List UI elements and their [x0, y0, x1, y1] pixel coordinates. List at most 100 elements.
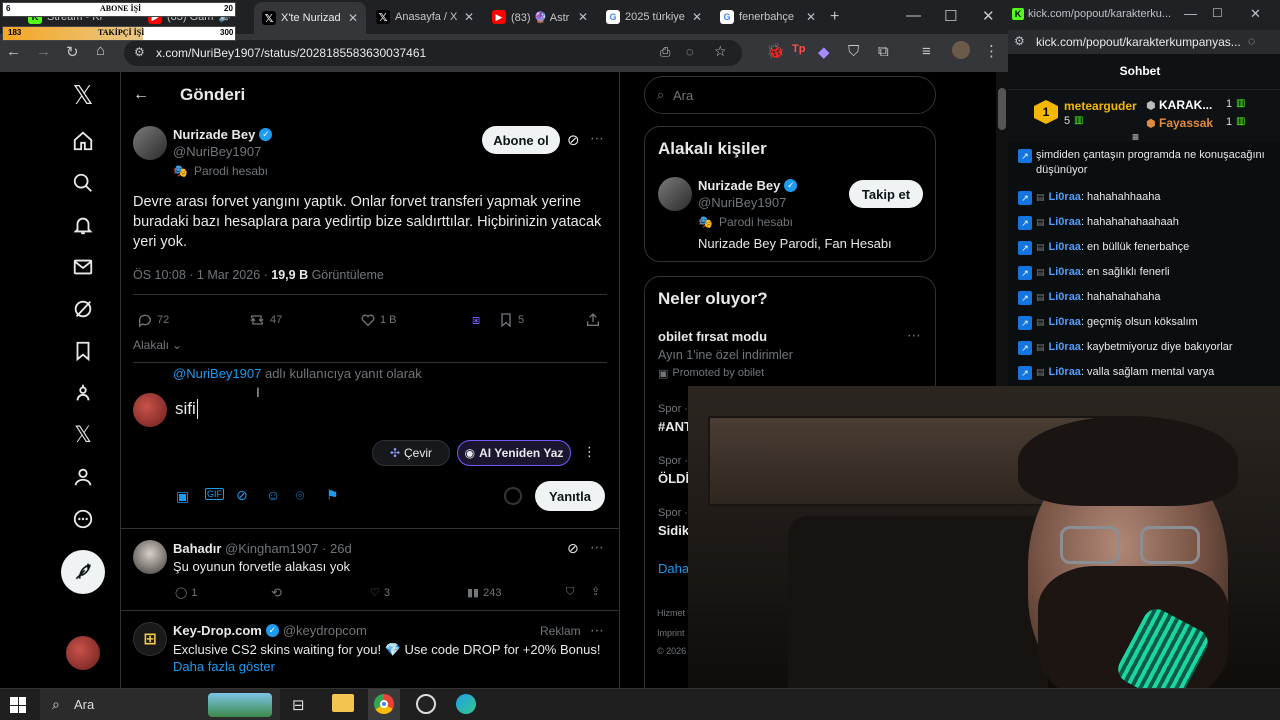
- bookmark-action[interactable]: ⛉: [566, 586, 574, 599]
- compose-post-button[interactable]: [61, 550, 105, 594]
- reply-button[interactable]: Yanıtla: [535, 481, 605, 511]
- site-info-icon[interactable]: ⚙: [1014, 34, 1025, 48]
- profile-avatar[interactable]: [952, 41, 970, 59]
- collapse-icon[interactable]: ≡: [1132, 130, 1139, 144]
- extension-icon[interactable]: Tp: [792, 43, 805, 55]
- back-arrow-icon[interactable]: ←: [133, 86, 149, 104]
- ai-rewrite-button[interactable]: ◉ AI Yeniden Yaz: [457, 440, 571, 466]
- star-icon[interactable]: ☆: [714, 43, 727, 60]
- bookmark-action[interactable]: 5: [498, 312, 524, 328]
- communities-icon[interactable]: [70, 380, 96, 406]
- windows-start-icon[interactable]: [10, 697, 26, 713]
- close-window-icon[interactable]: ✕: [1250, 6, 1261, 22]
- chrome-taskbar-item[interactable]: [368, 689, 400, 720]
- tab-google-1[interactable]: G 2025 türkiye ✕: [598, 4, 710, 30]
- file-explorer-icon[interactable]: [332, 694, 354, 712]
- bell-icon[interactable]: [70, 212, 96, 238]
- reply-author-avatar[interactable]: [133, 540, 167, 574]
- reply-input[interactable]: sifi: [175, 399, 198, 419]
- flag-icon[interactable]: ⚑: [326, 487, 339, 504]
- home-icon[interactable]: [70, 128, 96, 154]
- more-options-icon[interactable]: ⋯: [907, 327, 921, 344]
- subscribe-button[interactable]: Abone ol: [482, 126, 560, 154]
- close-tab-icon[interactable]: ✕: [578, 10, 588, 24]
- more-icon[interactable]: [70, 506, 96, 532]
- ad-author-name[interactable]: Key-Drop.com: [173, 623, 262, 638]
- tab-x-home[interactable]: 𝕏 Anasayfa / X ✕: [368, 4, 482, 30]
- reply-author-name[interactable]: Bahadır: [173, 541, 221, 556]
- trend-title[interactable]: ÖLDİ: [658, 471, 689, 486]
- leader-name[interactable]: Fayassak: [1159, 116, 1213, 130]
- grok-icon[interactable]: ⊘: [567, 540, 579, 557]
- edge-icon[interactable]: [456, 694, 476, 714]
- emoji-icon[interactable]: ☺: [266, 487, 280, 503]
- x-premium-icon[interactable]: 𝕏: [70, 422, 96, 448]
- show-more-link[interactable]: Daha fazla göster: [173, 659, 275, 674]
- media-icon[interactable]: ≡: [922, 43, 931, 60]
- minimize-icon[interactable]: —: [906, 7, 921, 24]
- chat-username[interactable]: Li0raa: [1049, 341, 1081, 353]
- repost-action[interactable]: ⟲: [271, 585, 286, 601]
- chat-username[interactable]: Li0raa: [1049, 266, 1081, 278]
- reply-action[interactable]: 72: [137, 312, 169, 328]
- address-bar[interactable]: ⚙ x.com/NuriBey1907/status/2028185583630…: [124, 40, 742, 66]
- follow-button[interactable]: Takip et: [849, 180, 923, 208]
- leader-name[interactable]: metearguder: [1064, 99, 1137, 113]
- post-author-handle[interactable]: @NuriBey1907: [173, 144, 261, 159]
- tab-x-post[interactable]: 𝕏 X'te Nurizad ✕: [254, 2, 366, 34]
- chat-username[interactable]: Li0raa: [1049, 191, 1081, 203]
- trend-title[interactable]: #ANT: [658, 419, 692, 434]
- ad-avatar[interactable]: ⊞: [133, 622, 167, 656]
- close-tab-icon[interactable]: ✕: [806, 10, 816, 24]
- trend-title[interactable]: Sidik: [658, 523, 689, 538]
- reload-icon[interactable]: ↻: [66, 43, 79, 61]
- share-action[interactable]: ⇪: [591, 585, 600, 598]
- search-box[interactable]: ⌕ Ara: [644, 76, 936, 114]
- shield-icon[interactable]: ⛉: [848, 43, 859, 60]
- close-tab-icon[interactable]: ✕: [692, 10, 702, 24]
- profile-icon[interactable]: [70, 464, 96, 490]
- maximize-icon[interactable]: ☐: [944, 7, 957, 25]
- extension-icon[interactable]: 🐞: [766, 42, 785, 60]
- minimize-icon[interactable]: —: [1184, 6, 1197, 21]
- translate-button[interactable]: ✣ Çevir: [372, 440, 450, 466]
- more-options-icon[interactable]: ⋯: [590, 130, 604, 147]
- leader-name[interactable]: KARAK...: [1159, 98, 1212, 112]
- tab-google-2[interactable]: G fenerbahçe ✕: [712, 4, 824, 30]
- grok-icon[interactable]: ⊘: [236, 487, 248, 504]
- more-options-icon[interactable]: ⋮: [583, 444, 596, 460]
- trend-title[interactable]: obilet fırsat modu: [658, 329, 767, 344]
- close-tab-icon[interactable]: ✕: [464, 10, 474, 24]
- reply-action[interactable]: ◯ 1: [175, 586, 197, 600]
- taskbar-search[interactable]: ⌕ Ara: [40, 689, 280, 720]
- maximize-icon[interactable]: ☐: [1212, 6, 1223, 20]
- forward-icon[interactable]: →: [36, 43, 51, 60]
- home-icon[interactable]: ⌂: [96, 42, 105, 59]
- eye-slash-icon[interactable]: ◌: [686, 44, 694, 59]
- post-author-avatar[interactable]: [133, 126, 167, 160]
- site-info-icon[interactable]: ⚙: [134, 45, 145, 59]
- like-action[interactable]: 1 B: [360, 312, 397, 328]
- person-avatar[interactable]: [658, 177, 692, 211]
- show-more-link[interactable]: Daha: [658, 561, 689, 576]
- account-avatar[interactable]: [66, 636, 100, 670]
- install-icon[interactable]: ⎙: [660, 44, 670, 60]
- chat-username[interactable]: Li0raa: [1049, 366, 1081, 378]
- gif-icon[interactable]: GIF: [205, 488, 224, 500]
- footer-link[interactable]: Hizmet: [657, 608, 685, 618]
- footer-link[interactable]: Imprint: [657, 628, 685, 638]
- grok-icon[interactable]: [70, 296, 96, 322]
- grok-icon[interactable]: ⊘: [567, 131, 580, 149]
- person-name[interactable]: Nurizade Bey ✓: [698, 178, 798, 193]
- close-tab-icon[interactable]: ✕: [348, 11, 358, 25]
- replying-to-handle[interactable]: @NuriBey1907: [173, 366, 261, 381]
- sort-dropdown[interactable]: Alakalı ⌄: [133, 338, 182, 352]
- reply-author-handle[interactable]: @Kingham1907 · 26d: [225, 541, 352, 556]
- chat-username[interactable]: Li0raa: [1049, 216, 1081, 228]
- chat-username[interactable]: Li0raa: [1049, 316, 1081, 328]
- post-author-name[interactable]: Nurizade Bey ✓: [173, 127, 273, 142]
- scrollbar-thumb[interactable]: [998, 88, 1006, 130]
- x-logo-icon[interactable]: 𝕏: [70, 80, 96, 110]
- repost-action[interactable]: 47: [248, 312, 282, 328]
- obs-icon[interactable]: [416, 694, 436, 714]
